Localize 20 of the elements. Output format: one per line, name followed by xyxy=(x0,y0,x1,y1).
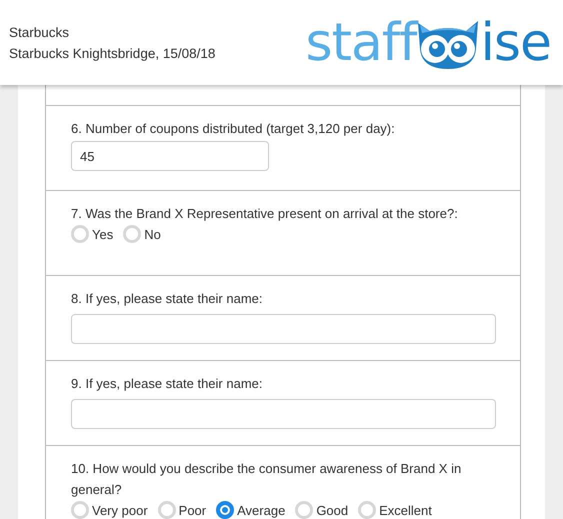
input-field[interactable]: 45 xyxy=(71,141,269,171)
logo-text: ise xyxy=(480,12,551,72)
logo-text: staff xyxy=(306,12,416,72)
question-label: 10. How would you describe the consumer awareness of Brand X in general? xyxy=(71,460,462,499)
client-name: Starbucks xyxy=(9,24,70,40)
question-label: 9. If yes, please state their name: xyxy=(71,375,264,393)
option-label: Excellent xyxy=(379,502,432,518)
radio-button[interactable] xyxy=(216,501,234,519)
option-label: No xyxy=(144,226,161,242)
option-label: Good xyxy=(316,502,348,518)
question-label: 8. If yes, please state their name: xyxy=(71,290,264,308)
input-field[interactable] xyxy=(71,399,496,429)
option-label: Poor xyxy=(178,502,206,518)
question-label: 6. Number of coupons distributed (target 3,120 per day): xyxy=(71,120,396,138)
option-label: Very poor xyxy=(92,502,148,518)
option-label: Average xyxy=(237,502,286,518)
input-field[interactable] xyxy=(71,314,496,344)
option-label: Yes xyxy=(92,226,114,242)
question-label: 7. Was the Brand X Representative present on arrival at the store?: xyxy=(71,205,459,223)
visit-details: Starbucks Knightsbridge, 15/08/18 xyxy=(9,46,216,60)
